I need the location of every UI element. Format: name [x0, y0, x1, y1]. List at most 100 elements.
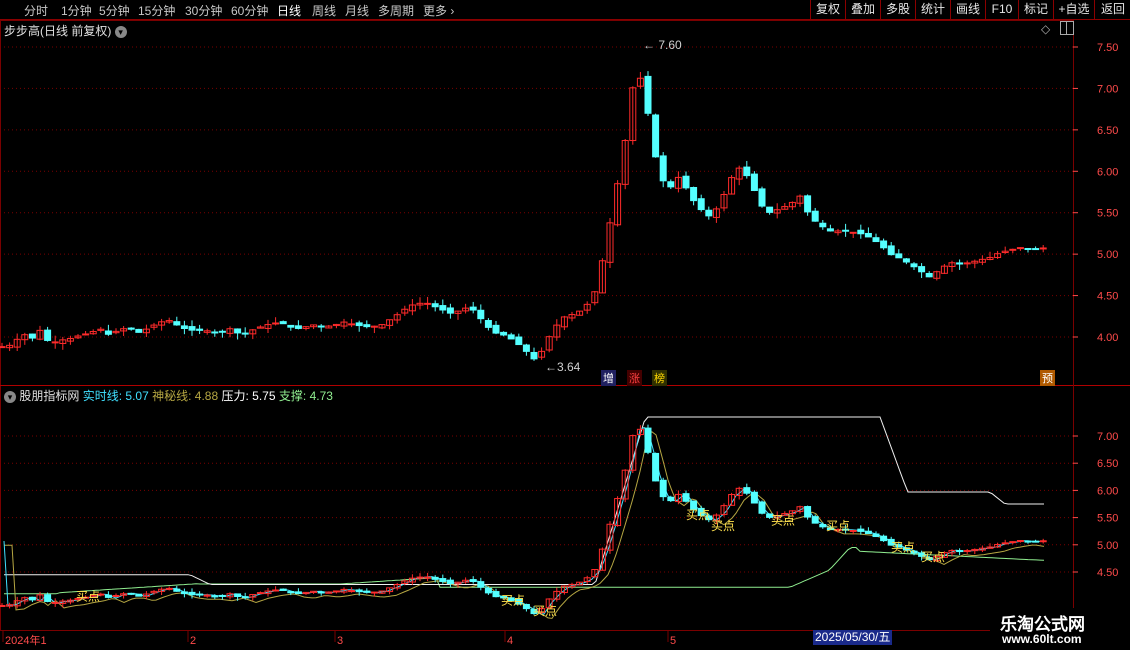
multi-stock-button[interactable]: 多股 — [880, 0, 915, 19]
tab-more-label: 更多 — [423, 4, 448, 18]
mark-button[interactable]: 标记 — [1018, 0, 1053, 19]
indicator-candle-body — [492, 591, 500, 598]
tab-5min[interactable]: 5分钟 — [99, 2, 130, 19]
event-tag-yu[interactable]: 预 — [1040, 370, 1055, 386]
tab-60min[interactable]: 60分钟 — [231, 2, 268, 19]
tab-30min[interactable]: 30分钟 — [185, 2, 222, 19]
main-candle-body — [348, 323, 356, 326]
chevron-right-icon: › — [447, 4, 455, 18]
main-candle-body — [1009, 248, 1017, 251]
time-axis-label: 2 — [190, 635, 196, 647]
indicator-candle-body — [431, 576, 439, 580]
main-candle-body — [659, 155, 667, 182]
main-candle-body — [1032, 248, 1040, 251]
main-candle-body — [750, 173, 758, 192]
main-candle-body — [507, 334, 515, 340]
indicator-candle-body — [1016, 540, 1024, 543]
indicator-candle-body — [0, 605, 6, 608]
chevron-down-icon[interactable]: ▾ — [114, 25, 127, 38]
buy-point-signal: 买点 — [771, 513, 795, 527]
main-candle-body — [766, 206, 774, 213]
indicator-candle-body — [272, 589, 280, 592]
period-toolbar: 分时 1分钟 5分钟 15分钟 30分钟 60分钟 日线 周线 月线 多周期 更… — [0, 0, 1130, 20]
tab-more[interactable]: 更多 › — [423, 2, 454, 19]
buy-point-signal: 买点 — [826, 519, 850, 533]
tab-multi-period[interactable]: 多周期 — [378, 2, 414, 19]
main-candle-body — [0, 346, 6, 349]
indicator-candle-body — [880, 535, 888, 542]
tab-daily[interactable]: 日线 — [277, 2, 301, 19]
main-candle-body — [180, 325, 188, 330]
arrow-left-icon: ← — [545, 360, 557, 374]
main-y-tick-label: 6.50 — [1097, 125, 1118, 137]
indicator-candle-body — [1024, 540, 1032, 543]
overlay-button[interactable]: 叠加 — [845, 0, 880, 19]
low-price-value: 3.64 — [557, 360, 581, 374]
main-candle-body — [910, 263, 918, 268]
main-candle-body — [234, 328, 242, 334]
add-watchlist-button[interactable]: +自选 — [1053, 0, 1094, 19]
main-candle-body — [424, 302, 432, 305]
indicator-candle-body — [51, 601, 59, 604]
main-candle-body — [44, 329, 52, 341]
main-candle-body — [857, 229, 865, 235]
main-chart-title: 步步高(日线 前复权) ▾ — [4, 22, 127, 39]
chevron-down-icon[interactable]: ▾ — [4, 390, 16, 403]
indicator-candle-body — [218, 594, 226, 597]
time-axis-label: 2024年1 — [5, 633, 47, 647]
indicator-candle-body — [44, 594, 52, 602]
event-tag-zhang[interactable]: 涨 — [627, 370, 642, 386]
indicator-candle-body — [196, 593, 204, 596]
buy-point-signal: 买点 — [891, 541, 915, 555]
main-candle-body — [849, 231, 857, 234]
main-candle-body — [925, 272, 933, 278]
back-button[interactable]: 返回 — [1094, 0, 1130, 19]
main-candle-body — [439, 305, 447, 311]
main-candle-body — [28, 333, 36, 339]
indicator-candle-body — [446, 579, 454, 585]
main-candle-body — [484, 320, 492, 328]
main-candle-body — [241, 332, 249, 335]
indicator-candle-body — [819, 524, 827, 528]
main-candle-body — [51, 341, 59, 344]
main-chart-title-text: 步步高(日线 前复权) — [4, 24, 112, 38]
main-candle-body — [652, 114, 660, 158]
f10-button[interactable]: F10 — [985, 0, 1018, 19]
main-candle-body — [667, 181, 675, 188]
main-candle-body — [469, 306, 477, 311]
main-candle-body — [515, 336, 523, 346]
tab-weekly[interactable]: 周线 — [312, 2, 336, 19]
diamond-icon[interactable]: ◇ — [1041, 22, 1050, 36]
indicator-candle-body — [287, 591, 295, 594]
tab-15min[interactable]: 15分钟 — [138, 2, 175, 19]
tab-1min[interactable]: 1分钟 — [61, 2, 92, 19]
main-candle-body — [872, 237, 880, 243]
high-price-value: 7.60 — [658, 38, 682, 52]
indicator-realtime-value: 5.07 — [125, 389, 149, 403]
tab-fenshi[interactable]: 分时 — [24, 2, 48, 19]
fuquan-button[interactable]: 复权 — [810, 0, 845, 19]
main-candle-body — [1039, 247, 1047, 250]
layout-toggle-icon[interactable] — [1060, 21, 1074, 35]
main-candle-body — [826, 228, 834, 232]
chart-canvas[interactable]: 7.50 7.00 6.50 6.00 5.50 5.00 4.50 4.00 7.00 6.50… — [0, 20, 1130, 650]
event-tag-bang[interactable]: 榜 — [652, 370, 667, 386]
main-y-tick-label: 6.00 — [1097, 166, 1118, 178]
indicator-candle-body — [667, 496, 675, 502]
indicator-candle-body — [317, 591, 325, 594]
indicator-candle-body — [180, 591, 188, 595]
event-tag-zeng[interactable]: 增 — [601, 370, 616, 386]
main-candle-body — [104, 330, 112, 335]
main-candle-body — [1024, 248, 1032, 251]
indicator-candle-body — [864, 530, 872, 534]
buy-point-signal: 买点 — [76, 589, 100, 603]
time-axis-label: 4 — [507, 635, 513, 647]
tab-monthly[interactable]: 月线 — [345, 2, 369, 19]
statistics-button[interactable]: 统计 — [915, 0, 950, 19]
main-y-tick-label: 4.00 — [1097, 332, 1118, 344]
main-candle-body — [82, 333, 90, 336]
indicator-candle-body — [294, 591, 302, 595]
draw-line-button[interactable]: 画线 — [950, 0, 985, 19]
indicator-candle-body — [127, 592, 135, 595]
indicator-pressure-label: 压力 — [221, 389, 246, 403]
